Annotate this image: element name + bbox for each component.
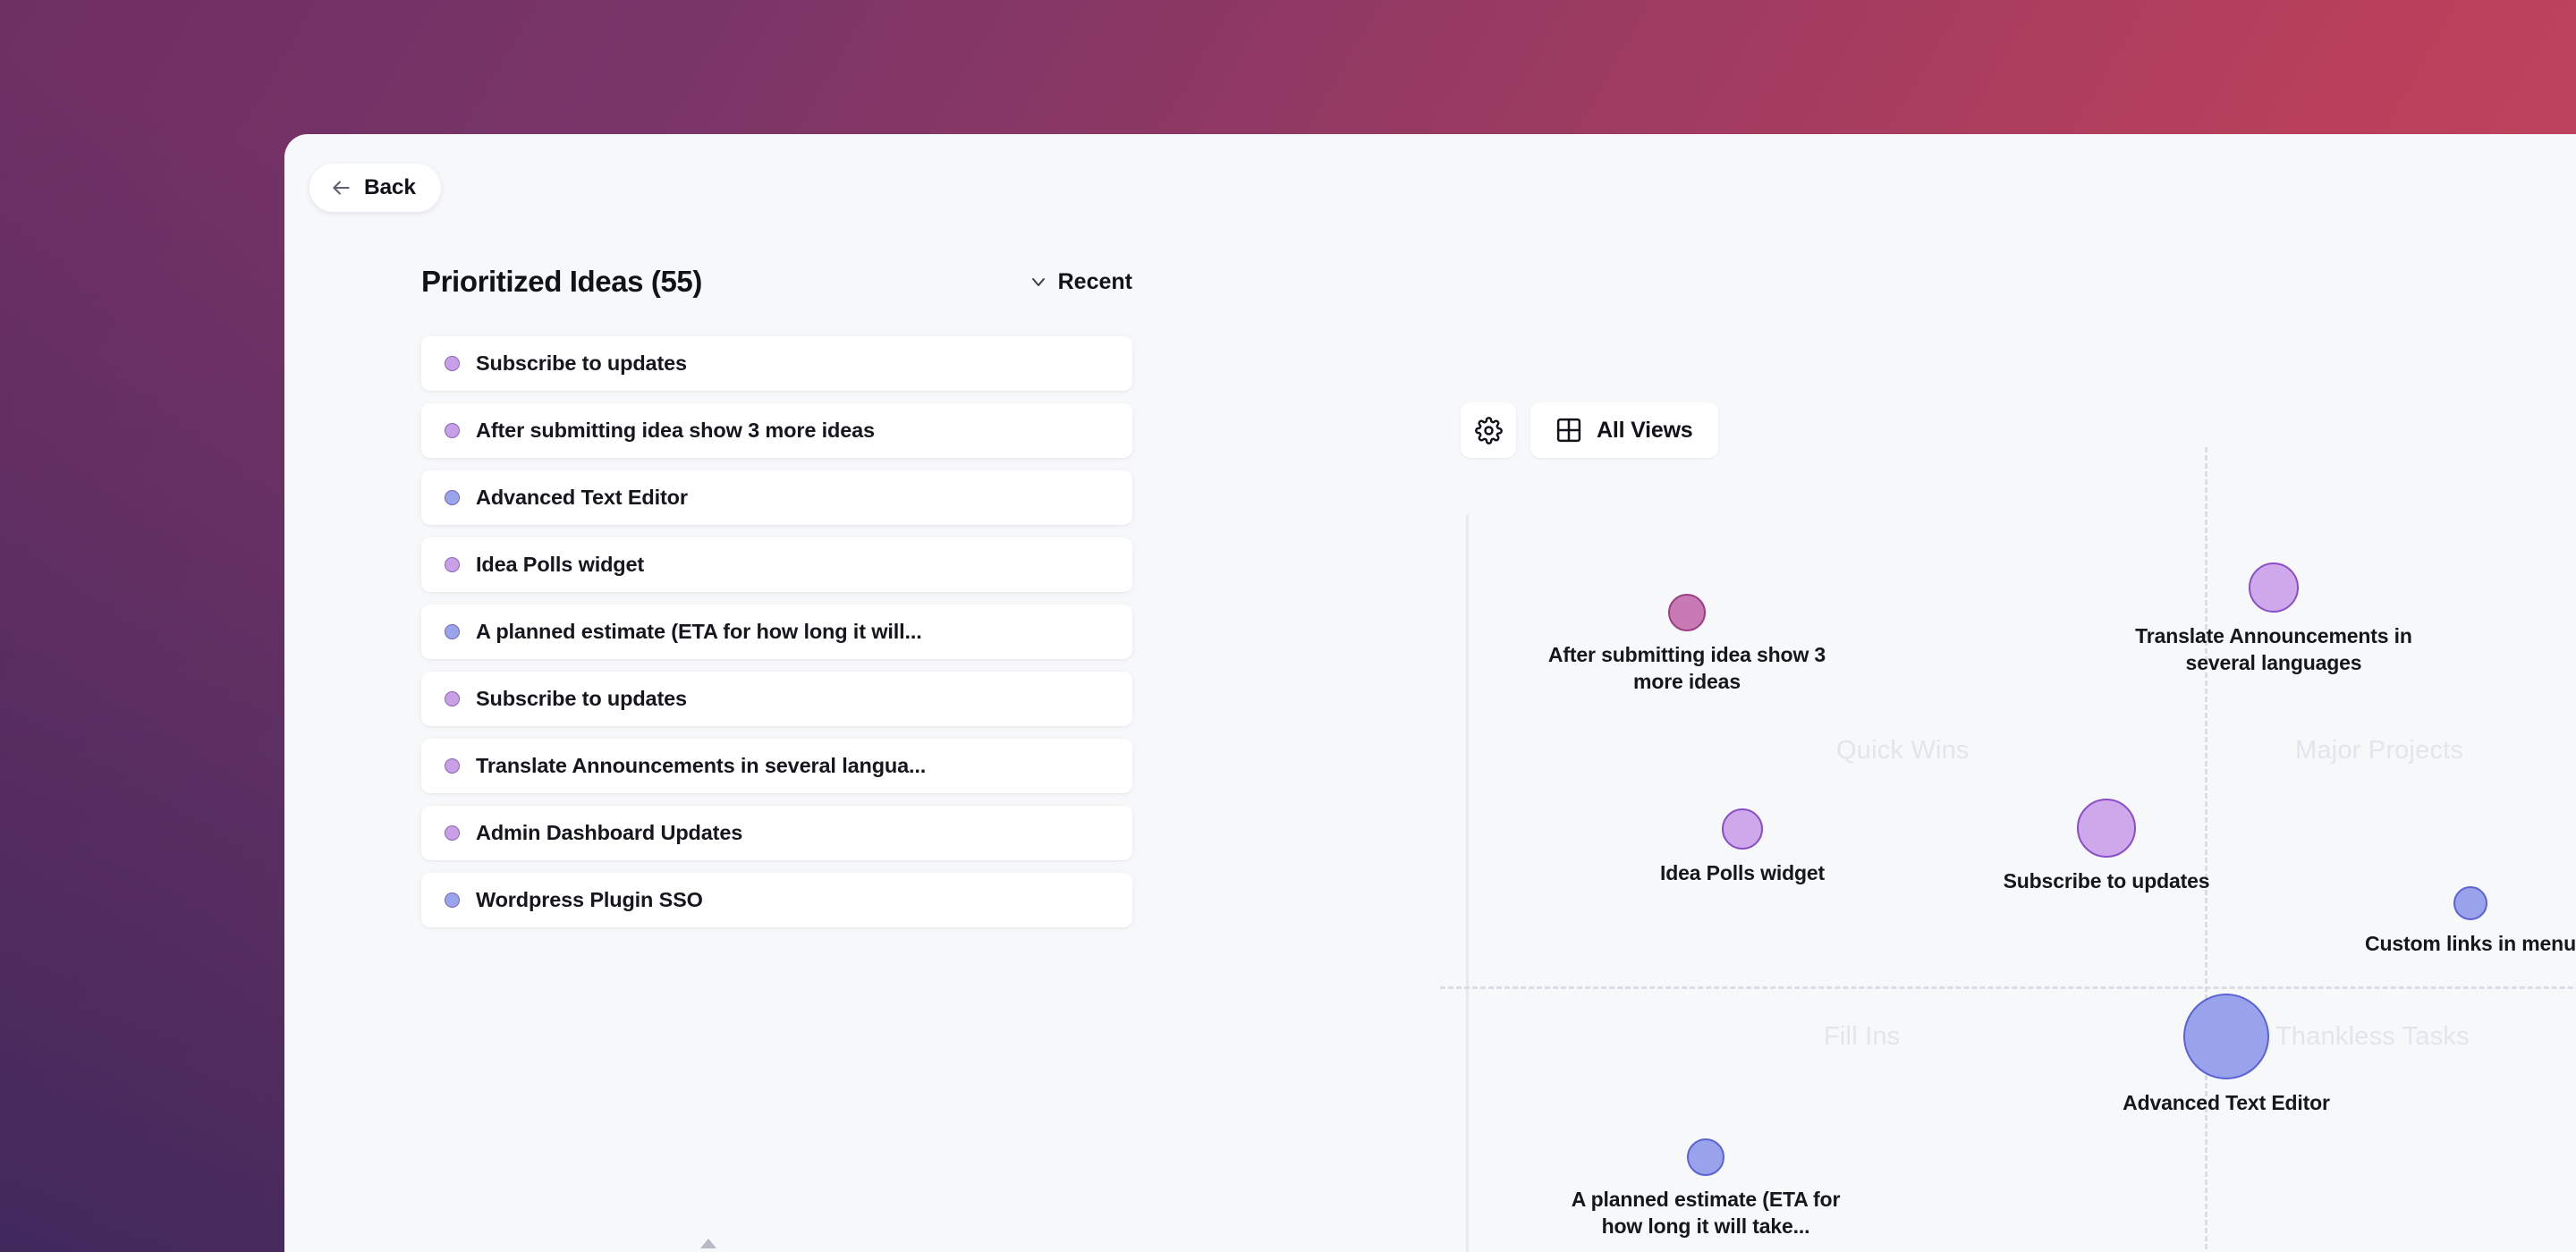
chart-bubble-label: Subscribe to updates (1959, 867, 2254, 894)
chevron-down-icon (1028, 271, 1049, 292)
chart-bubble-label: Custom links in menu (2323, 930, 2576, 957)
chart-bubble-circle[interactable] (1722, 808, 1763, 850)
sort-dropdown-label: Recent (1058, 269, 1132, 295)
chart-bubble-label: Idea Polls widget (1595, 859, 1890, 886)
list-item[interactable]: Idea Polls widget (421, 537, 1132, 592)
chart-bubble-circle[interactable] (2453, 886, 2487, 920)
list-item[interactable]: Wordpress Plugin SSO (421, 873, 1132, 927)
idea-color-dot (445, 825, 460, 841)
back-button-label: Back (364, 175, 416, 200)
list-item-label: A planned estimate (ETA for how long it … (476, 620, 922, 644)
idea-color-dot (445, 356, 460, 371)
chart-bubble-label: A planned estimate (ETA for how long it … (1558, 1186, 1853, 1240)
quadrant-label: Major Projects (2295, 736, 2463, 766)
list-item-label: After submitting idea show 3 more ideas (476, 419, 875, 443)
idea-color-dot (445, 624, 460, 639)
list-item-label: Translate Announcements in several langu… (476, 754, 926, 778)
all-views-button-label: All Views (1597, 418, 1693, 444)
idea-color-dot (445, 892, 460, 908)
idea-list: Subscribe to updates After submitting ide… (284, 336, 1182, 927)
list-scroll-caret[interactable] (284, 1237, 1132, 1249)
grid-icon (1555, 417, 1582, 444)
idea-color-dot (445, 758, 460, 774)
idea-color-dot (445, 423, 460, 438)
list-item-label: Subscribe to updates (476, 351, 687, 376)
list-item[interactable]: After submitting idea show 3 more ideas (421, 403, 1132, 458)
list-item-label: Advanced Text Editor (476, 486, 688, 510)
list-item[interactable]: Advanced Text Editor (421, 470, 1132, 525)
chart-bubble-circle[interactable] (1687, 1138, 1724, 1176)
quadrant-label: Quick Wins (1836, 736, 1970, 766)
chart-bubble-circle[interactable] (2077, 799, 2136, 858)
list-header: Prioritized Ideas (55) Recent (284, 250, 1182, 313)
list-item[interactable]: Admin Dashboard Updates (421, 806, 1132, 860)
back-button[interactable]: Back (309, 164, 441, 212)
chart-bubble-circle[interactable] (1668, 594, 1706, 631)
chart-axis-horizontal (1440, 986, 2576, 989)
idea-color-dot (445, 691, 460, 706)
chart-bubble-label: Translate Announcements in several langu… (2126, 622, 2421, 677)
quadrant-chart: Quick Wins Major Projects Fill Ins Thankles… (1467, 465, 2576, 1252)
chart-toolbar: All Views (1461, 402, 1718, 458)
gear-icon (1475, 417, 1503, 444)
list-item-label: Wordpress Plugin SSO (476, 888, 703, 912)
list-item[interactable]: Translate Announcements in several langu… (421, 739, 1132, 793)
chart-bubble-circle[interactable] (2249, 563, 2299, 613)
list-item[interactable]: Subscribe to updates (421, 672, 1132, 726)
chart-bubble-circle[interactable] (2183, 994, 2269, 1079)
list-item-label: Admin Dashboard Updates (476, 821, 742, 845)
quadrant-label: Fill Ins (1824, 1022, 1900, 1052)
arrow-left-icon (329, 176, 352, 199)
list-item-label: Idea Polls widget (476, 553, 644, 577)
list-item[interactable]: Subscribe to updates (421, 336, 1132, 391)
chart-bubble-label: After submitting idea show 3 more ideas (1539, 641, 1835, 696)
chart-bubble-label: Advanced Text Editor (2079, 1089, 2374, 1116)
page-title: Prioritized Ideas (55) (421, 265, 702, 299)
list-item-label: Subscribe to updates (476, 687, 687, 711)
sort-dropdown[interactable]: Recent (1028, 269, 1132, 295)
settings-button[interactable] (1461, 402, 1516, 458)
list-item[interactable]: A planned estimate (ETA for how long it … (421, 605, 1132, 659)
quadrant-label: Thankless Tasks (2275, 1022, 2470, 1052)
chart-axis-vertical (2205, 447, 2207, 1252)
app-panel: Back Prioritized Ideas (55) Recent Subsc… (284, 134, 2576, 1252)
idea-color-dot (445, 490, 460, 505)
caret-up-icon (699, 1237, 718, 1249)
idea-color-dot (445, 557, 460, 572)
all-views-button[interactable]: All Views (1530, 402, 1718, 458)
prioritized-ideas-panel: Prioritized Ideas (55) Recent Subscribe … (284, 250, 1182, 1252)
